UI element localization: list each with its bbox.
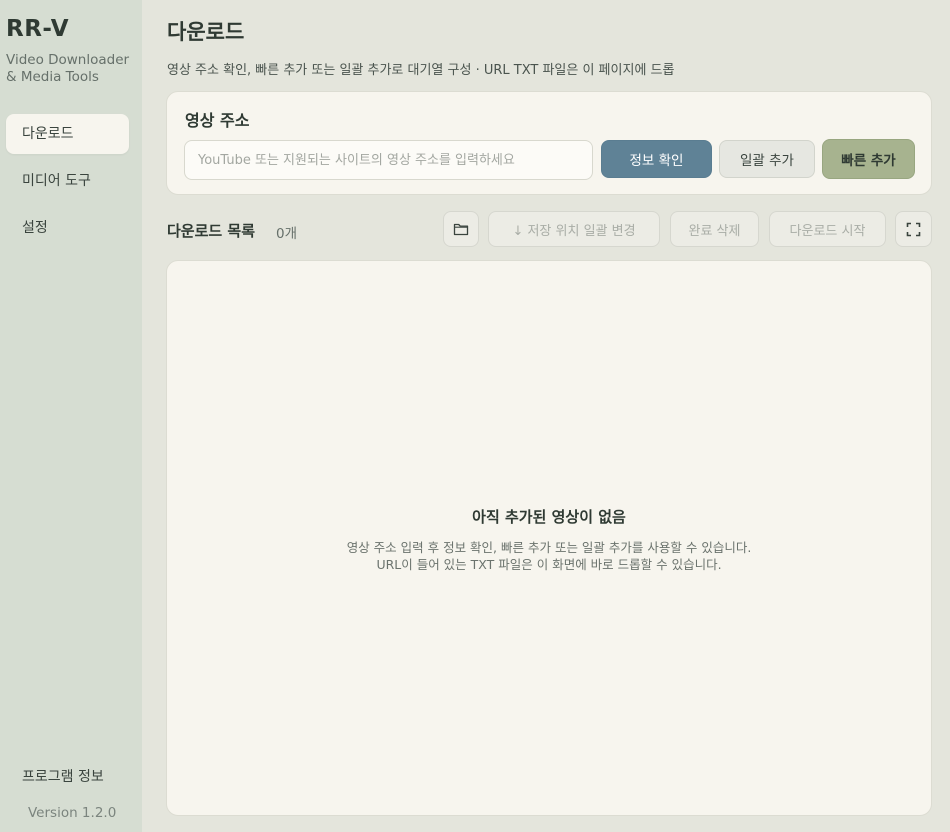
download-list-count: 0개 [276, 226, 298, 242]
app-window: RR-V Video Downloader & Media Tools 다운로드… [0, 0, 950, 832]
clear-completed-button[interactable]: 완료 삭제 [670, 211, 759, 247]
url-card: 영상 주소 정보 확인 일괄 추가 빠른 추가 [166, 91, 932, 195]
empty-state-title: 아직 추가된 영상이 없음 [472, 508, 626, 526]
page-description: 영상 주소 확인, 빠른 추가 또는 일괄 추가로 대기열 구성 · URL T… [167, 63, 675, 78]
change-save-location-button[interactable]: ↓ 저장 위치 일괄 변경 [488, 211, 660, 247]
sidebar-item-download[interactable]: 다운로드 [6, 114, 129, 154]
main-content: 다운로드 영상 주소 확인, 빠른 추가 또는 일괄 추가로 대기열 구성 · … [142, 0, 950, 832]
version-label: Version 1.2.0 [28, 805, 117, 821]
download-list-title: 다운로드 목록 [167, 222, 256, 240]
app-name: RR-V [6, 16, 70, 42]
empty-state-line-1: 영상 주소 입력 후 정보 확인, 빠른 추가 또는 일괄 추가를 사용할 수 … [346, 540, 752, 555]
sidebar: RR-V Video Downloader & Media Tools 다운로드… [0, 0, 142, 832]
expand-icon [906, 222, 921, 237]
quick-add-button[interactable]: 빠른 추가 [822, 139, 915, 179]
download-list-area[interactable]: 아직 추가된 영상이 없음 영상 주소 입력 후 정보 확인, 빠른 추가 또는… [166, 260, 932, 816]
open-folder-button[interactable] [443, 211, 479, 247]
sidebar-item-settings[interactable]: 설정 [6, 208, 129, 248]
url-card-title: 영상 주소 [185, 111, 250, 130]
page-title: 다운로드 [167, 20, 245, 44]
empty-state-line-2: URL이 들어 있는 TXT 파일은 이 화면에 바로 드롭할 수 있습니다. [376, 557, 722, 572]
sidebar-item-about[interactable]: 프로그램 정보 [22, 766, 104, 786]
app-subtitle: Video Downloader & Media Tools [6, 52, 130, 85]
info-button[interactable]: 정보 확인 [601, 140, 712, 178]
sidebar-item-media-tools[interactable]: 미디어 도구 [6, 161, 129, 201]
batch-add-button[interactable]: 일괄 추가 [719, 140, 815, 178]
folder-icon [453, 222, 469, 236]
expand-button[interactable] [895, 211, 932, 247]
sidebar-nav: 다운로드 미디어 도구 설정 [6, 114, 129, 255]
url-input[interactable] [184, 140, 593, 180]
empty-state-description: 영상 주소 입력 후 정보 확인, 빠른 추가 또는 일괄 추가를 사용할 수 … [167, 539, 931, 573]
start-download-button[interactable]: 다운로드 시작 [769, 211, 886, 247]
